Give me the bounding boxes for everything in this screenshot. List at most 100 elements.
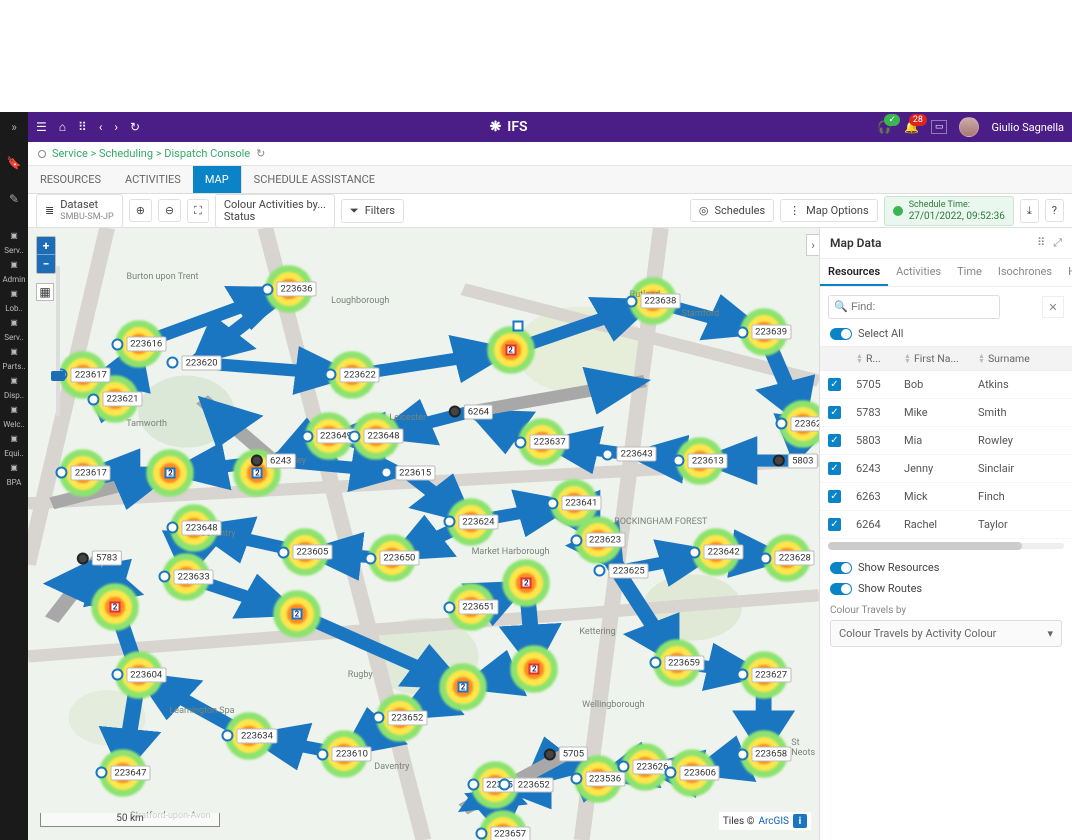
panel-expand-icon[interactable]: ⤢ <box>1053 236 1062 250</box>
breadcrumb-root-icon[interactable] <box>38 150 46 158</box>
activity-marker[interactable]: 223629 <box>776 416 820 431</box>
activity-marker[interactable]: 223650 <box>364 551 419 566</box>
find-input[interactable] <box>828 295 1000 319</box>
avatar[interactable] <box>959 117 979 137</box>
table-row[interactable]: ✓ 5783 Mike Smith <box>820 399 1072 427</box>
crumb-1[interactable]: > Scheduling <box>88 147 153 160</box>
export-icon[interactable]: ⤓ <box>1020 199 1039 223</box>
activity-marker[interactable]: 223648 <box>349 429 404 444</box>
subtab-heatmap[interactable]: Heatmap <box>1060 259 1072 286</box>
home-icon[interactable]: ⌂ <box>59 120 66 134</box>
row-check-icon[interactable]: ✓ <box>828 434 841 447</box>
activity-marker[interactable]: 223621 <box>87 392 142 407</box>
activity-marker[interactable]: 223605 <box>277 545 332 560</box>
rail-item-bpa[interactable]: ▣BPA <box>2 458 25 487</box>
activity-marker[interactable]: 223647 <box>95 765 150 780</box>
activity-marker[interactable] <box>513 320 524 331</box>
forward-icon[interactable]: › <box>114 120 118 134</box>
menu-icon[interactable]: ☰ <box>36 120 47 134</box>
resource-marker[interactable]: 5803 <box>773 453 817 468</box>
activity-marker[interactable]: 2 <box>110 602 121 613</box>
rail-item-admin[interactable]: ▣Admin <box>2 255 25 284</box>
subtab-activities[interactable]: Activities <box>888 259 949 286</box>
zoom-in-icon[interactable]: + <box>37 237 55 255</box>
activity-marker[interactable]: 223642 <box>689 545 744 560</box>
activity-marker[interactable]: 223643 <box>602 447 657 462</box>
activity-marker[interactable]: 223636 <box>261 282 316 297</box>
dataset-selector[interactable]: ≣ Dataset SMBU-SM-JP <box>36 194 123 228</box>
info-icon[interactable]: i <box>793 814 807 828</box>
activity-marker[interactable]: 223622 <box>325 367 380 382</box>
subtab-time[interactable]: Time <box>949 259 990 286</box>
select-all-toggle[interactable] <box>830 328 852 340</box>
activity-marker[interactable]: 2 <box>521 577 532 588</box>
crumb-0[interactable]: Service <box>52 147 88 160</box>
colour-activities-selector[interactable]: Colour Activities by... Status <box>215 194 335 228</box>
activity-marker[interactable]: 223659 <box>649 655 704 670</box>
activity-marker[interactable]: 223638 <box>625 294 680 309</box>
col-surname[interactable]: Surname <box>988 352 1030 365</box>
rail-item-lob[interactable]: ▣Lob.. <box>2 284 25 313</box>
activity-marker[interactable]: 223651 <box>443 600 498 615</box>
table-row[interactable]: ✓ 5803 Mia Rowley <box>820 427 1072 455</box>
rail-item-serv[interactable]: ▣Serv.. <box>2 226 25 255</box>
activity-marker[interactable]: 223628 <box>760 551 815 566</box>
crumb-2[interactable]: > Dispatch Console <box>153 147 250 160</box>
map-canvas[interactable]: 223616 223636 223638 223639 223617 223621 2236… <box>28 228 820 840</box>
row-check-icon[interactable]: ✓ <box>828 406 841 419</box>
zoom-out-icon[interactable]: − <box>37 255 55 273</box>
subtab-isochrones[interactable]: Isochrones <box>990 259 1060 286</box>
activity-marker[interactable]: 223657 <box>475 826 530 840</box>
activity-marker[interactable]: 223617 <box>56 465 111 480</box>
activity-marker[interactable]: 2 <box>252 467 263 478</box>
activity-marker[interactable]: 2 <box>291 608 302 619</box>
zoom-out-tool-icon[interactable]: ⊖ <box>158 199 181 222</box>
notifications-icon[interactable]: 🔔28 <box>904 120 919 134</box>
panel-layout-icon[interactable]: ⠿ <box>1037 236 1045 250</box>
activity-marker[interactable]: 223637 <box>515 435 570 450</box>
activity-marker[interactable]: 2 <box>458 682 469 693</box>
table-row[interactable]: ✓ 5705 Bob Atkins <box>820 371 1072 399</box>
activity-marker[interactable]: 2 <box>529 663 540 674</box>
row-check-icon[interactable]: ✓ <box>828 518 841 531</box>
tab-resources[interactable]: RESOURCES <box>28 166 113 193</box>
row-check-icon[interactable]: ✓ <box>828 490 841 503</box>
presentation-icon[interactable]: ▭ <box>931 120 948 134</box>
subtab-resources[interactable]: Resources <box>820 259 888 286</box>
support-icon[interactable]: 🎧✓ <box>877 120 892 134</box>
breadcrumb-refresh-icon[interactable]: ↻ <box>256 147 265 160</box>
tab-schedule-assistance[interactable]: SCHEDULE ASSISTANCE <box>241 166 387 193</box>
row-check-icon[interactable]: ✓ <box>828 462 841 475</box>
map-options-button[interactable]: ⋮ Map Options <box>780 199 878 222</box>
table-row[interactable]: ✓ 6243 Jenny Sinclair <box>820 455 1072 483</box>
activity-marker[interactable]: 223634 <box>222 728 277 743</box>
fit-tool-icon[interactable]: ⛶ <box>187 199 209 223</box>
tab-map[interactable]: MAP <box>193 166 241 193</box>
activity-marker[interactable]: 223627 <box>736 667 791 682</box>
rail-item-parts[interactable]: ▣Parts.. <box>2 342 25 371</box>
activity-marker[interactable]: 223633 <box>159 569 214 584</box>
layer-toggle-icon[interactable]: ▦ <box>36 283 54 301</box>
help-icon[interactable]: ? <box>1045 199 1064 222</box>
activity-marker[interactable]: 223639 <box>736 325 791 340</box>
col-first-name[interactable]: First Na... <box>914 352 959 365</box>
activity-marker[interactable]: 2 <box>505 345 516 356</box>
grid-horizontal-scroll[interactable] <box>828 543 1064 549</box>
back-icon[interactable]: ‹ <box>99 120 103 134</box>
table-row[interactable]: ✓ 6264 Rachel Taylor <box>820 511 1072 539</box>
resource-marker[interactable]: 6264 <box>449 404 493 419</box>
activity-marker[interactable]: 223620 <box>167 355 222 370</box>
activity-marker[interactable]: 223652 <box>372 710 427 725</box>
col-resource-id[interactable]: R... <box>866 352 881 365</box>
activity-marker[interactable]: 223625 <box>594 563 649 578</box>
resource-marker[interactable]: 5705 <box>544 747 588 762</box>
rail-item-welc[interactable]: ▣Welc.. <box>2 400 25 429</box>
activity-marker[interactable]: 223610 <box>317 747 372 762</box>
row-check-icon[interactable]: ✓ <box>828 378 841 391</box>
activity-marker[interactable]: 223648 <box>167 520 222 535</box>
panel-collapse-icon[interactable]: › <box>806 234 820 256</box>
activity-marker[interactable]: 223616 <box>111 337 166 352</box>
activity-marker[interactable]: 223615 <box>380 465 435 480</box>
attribution-link[interactable]: ArcGIS <box>758 816 789 827</box>
activity-marker[interactable]: 223606 <box>665 765 720 780</box>
